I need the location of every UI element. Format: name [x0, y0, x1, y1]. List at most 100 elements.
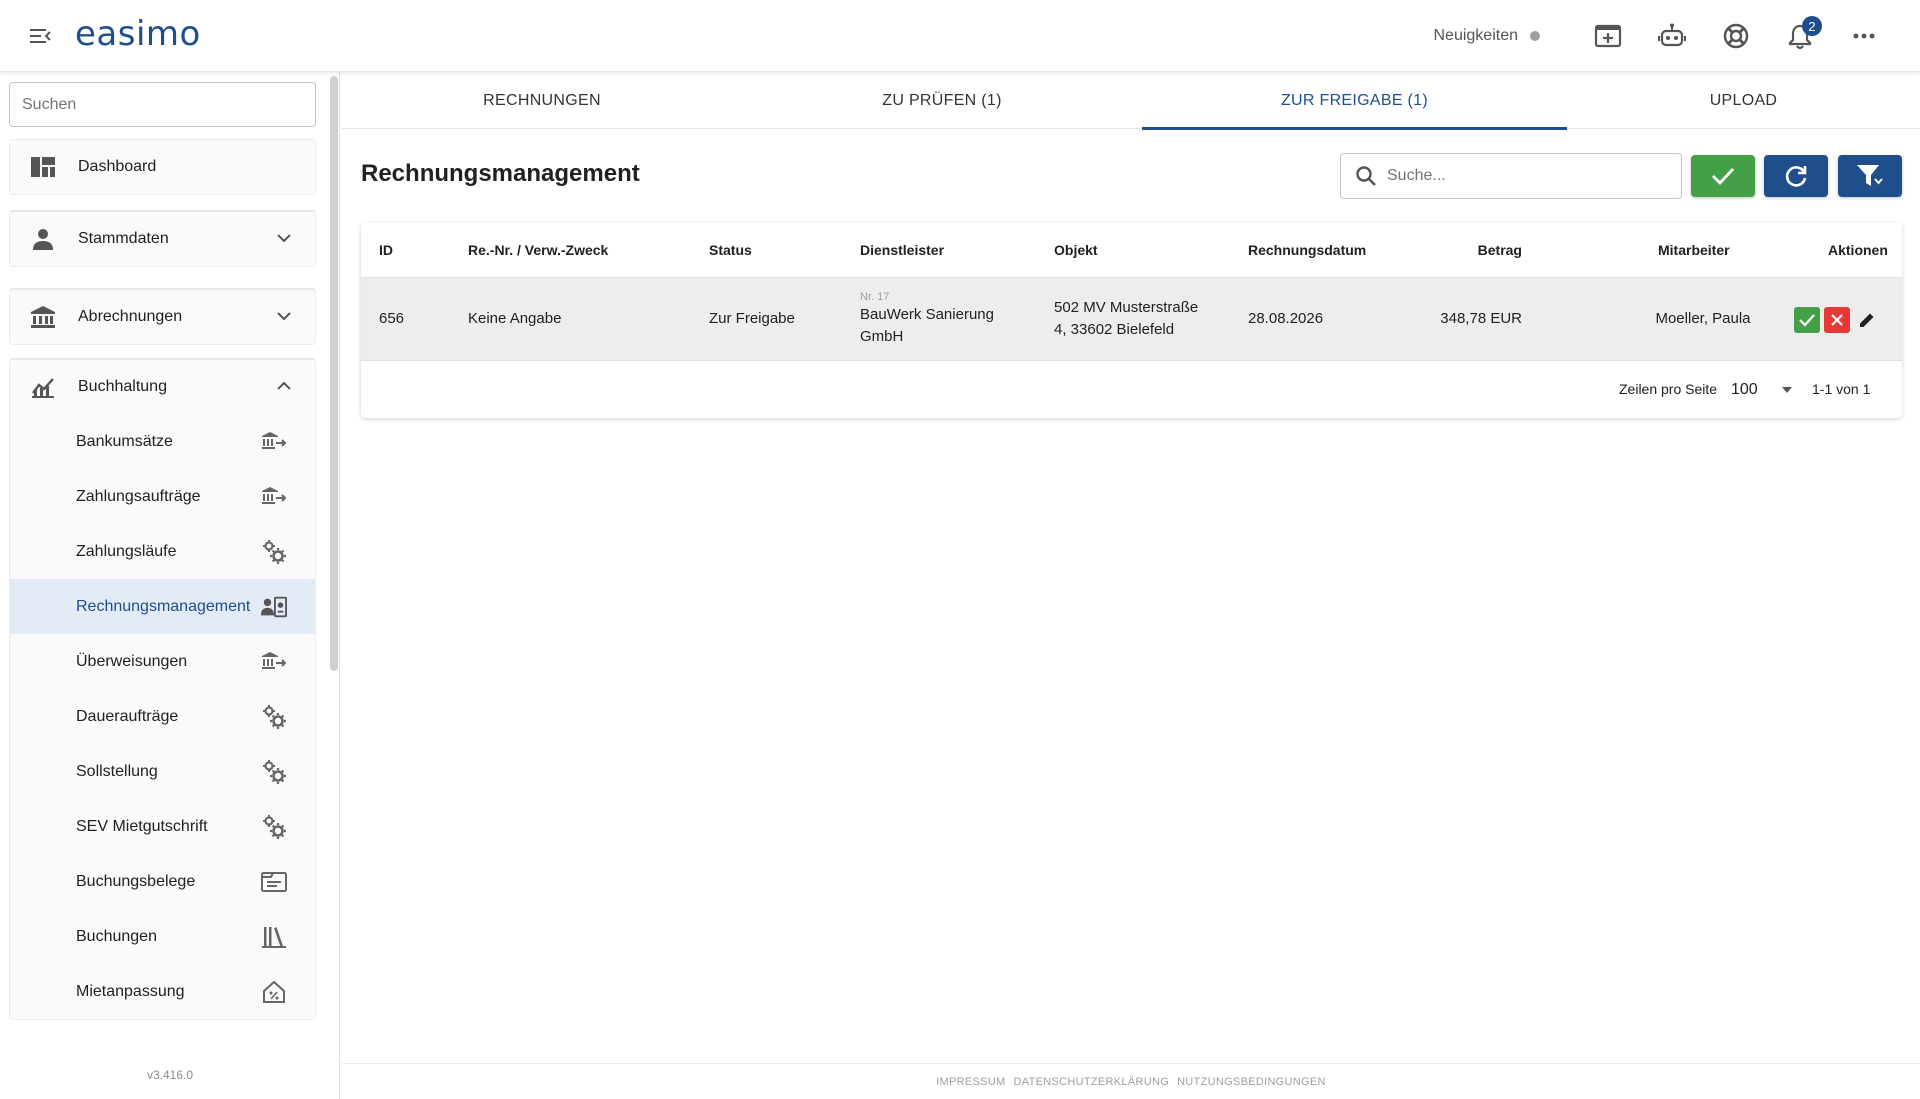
object-line2: 4, 33602 Bielefeld: [1054, 321, 1175, 338]
top-bar: easimo Neuigkeiten 2: [0, 0, 1920, 72]
news-link[interactable]: Neuigkeiten: [1433, 27, 1540, 45]
bank-icon: [30, 304, 56, 330]
invoice-person-icon: [261, 594, 287, 620]
sidebar-item-label: Zahlungsaufträge: [76, 487, 201, 505]
table-search-box: [1340, 153, 1682, 199]
column-header-object[interactable]: Objekt: [1054, 223, 1098, 277]
sidebar-item-label: Buchhaltung: [78, 378, 167, 395]
notification-bell-icon[interactable]: 2: [1768, 12, 1832, 60]
sidebar-item-zahlungsauftrage[interactable]: Zahlungsaufträge: [10, 469, 315, 524]
bank-transfer-icon: [261, 484, 287, 510]
cell-status: Zur Freigabe: [709, 310, 795, 327]
cell-amount-value: 348,78 EUR: [1440, 310, 1522, 327]
search-icon: [1356, 166, 1376, 186]
filter-button[interactable]: [1838, 155, 1902, 197]
sidebar-item-label: Stammdaten: [78, 230, 169, 247]
sidebar-item-label: Sollstellung: [76, 762, 158, 780]
gears-icon: [261, 539, 287, 565]
app-logo[interactable]: easimo: [75, 14, 201, 54]
chevron-up-icon: [277, 381, 291, 390]
sidebar-scrollbar[interactable]: [330, 76, 338, 671]
column-header-id[interactable]: ID: [379, 223, 393, 277]
sidebar-item-zahlungslaufe[interactable]: Zahlungsläufe: [10, 524, 315, 579]
refresh-icon: [1785, 166, 1807, 187]
sidebar-item-label: Buchungen: [76, 927, 157, 945]
column-header-employee[interactable]: Mitarbeiter: [1658, 223, 1730, 277]
edit-row-button[interactable]: [1854, 307, 1880, 333]
object-line1: 502 MV Musterstraße: [1054, 299, 1199, 316]
tab-upload[interactable]: UPLOAD: [1567, 72, 1920, 129]
sidebar-item-mietanpassung[interactable]: Mietanpassung: [10, 964, 315, 1019]
buchhaltung-submenu: Bankumsätze Zahlungsaufträge Zahlungsläufe…: [10, 414, 315, 1019]
sidebar-item-buchungen[interactable]: Buchungen: [10, 909, 315, 964]
table-row[interactable]: 656 Keine Angabe Zur Freigabe Nr. 17 Bau…: [361, 277, 1902, 361]
sidebar-item-label: Daueraufträge: [76, 707, 179, 725]
sidebar-item-bankumsatze[interactable]: Bankumsätze: [10, 414, 315, 469]
cell-object: 502 MV Musterstraße 4, 33602 Bielefeld: [1054, 297, 1198, 341]
sidebar-search-input[interactable]: [9, 82, 316, 127]
reject-row-button[interactable]: [1824, 307, 1850, 333]
sidebar-item-sev-mietgutschrift[interactable]: SEV Mietgutschrift: [10, 799, 315, 854]
check-icon: [1799, 314, 1815, 327]
add-window-icon[interactable]: [1576, 12, 1640, 60]
menu-collapse-icon[interactable]: [28, 24, 54, 48]
bank-transfer-icon: [261, 429, 287, 455]
column-header-date[interactable]: Rechnungsdatum: [1248, 223, 1366, 277]
refresh-button[interactable]: [1764, 155, 1828, 197]
footer-link-impressum[interactable]: IMPRESSUM: [936, 1076, 1005, 1088]
app-version: v3.416.0: [147, 1068, 194, 1082]
approve-all-button[interactable]: [1691, 155, 1755, 197]
support-lifebuoy-icon[interactable]: [1704, 12, 1768, 60]
tab-zur-freigabe[interactable]: ZUR FREIGABE (1): [1142, 72, 1567, 130]
page-footer: IMPRESSUM DATENSCHUTZERKLÄRUNG NUTZUNGSB…: [342, 1063, 1920, 1099]
sidebar-card-abrechnungen: Abrechnungen: [9, 288, 316, 345]
more-options-icon[interactable]: [1832, 12, 1896, 60]
sidebar-item-uberweisungen[interactable]: Überweisungen: [10, 634, 315, 689]
sidebar-item-stammdaten[interactable]: Stammdaten: [10, 212, 315, 266]
sidebar-card-dashboard: Dashboard: [9, 139, 316, 195]
sidebar-item-label: Dashboard: [78, 158, 157, 175]
invoice-table: ID Re.-Nr. / Verw.-Zweck Status Dienstle…: [361, 223, 1902, 418]
sidebar-item-rechnungsmanagement[interactable]: Rechnungsmanagement: [10, 579, 315, 634]
sidebar-item-dashboard[interactable]: Dashboard: [10, 140, 315, 194]
robot-icon[interactable]: [1640, 12, 1704, 60]
rows-per-page-value: 100: [1731, 381, 1758, 398]
books-icon: [261, 924, 287, 950]
approve-row-button[interactable]: [1794, 307, 1820, 333]
sidebar-item-abrechnungen[interactable]: Abrechnungen: [10, 290, 315, 344]
provider-number: Nr. 17: [860, 291, 890, 303]
news-status-dot: [1530, 31, 1540, 41]
dropdown-arrow-icon: [1782, 387, 1792, 393]
news-label: Neuigkeiten: [1433, 27, 1519, 44]
sidebar: Dashboard Stammdaten Abrechnungen Buchha…: [0, 72, 340, 1099]
notification-count-badge: 2: [1802, 16, 1822, 36]
sidebar-item-buchhaltung[interactable]: Buchhaltung: [10, 360, 315, 414]
column-header-status[interactable]: Status: [709, 223, 752, 277]
tab-zu-pruefen[interactable]: ZU PRÜFEN (1): [742, 72, 1142, 129]
cell-provider: Nr. 17 BauWerk Sanierung GmbH: [860, 290, 994, 348]
sidebar-item-dauerauftrage[interactable]: Daueraufträge: [10, 689, 315, 744]
footer-link-nutzung[interactable]: NUTZUNGSBEDINGUNGEN: [1177, 1076, 1326, 1088]
filter-icon: [1857, 165, 1883, 186]
tab-rechnungen[interactable]: RECHNUNGEN: [342, 72, 742, 129]
chevron-down-icon: [277, 312, 291, 321]
rows-per-page-select[interactable]: 100: [1731, 375, 1801, 405]
tab-bar: RECHNUNGEN ZU PRÜFEN (1) ZUR FREIGABE (1…: [342, 72, 1920, 130]
sidebar-item-sollstellung[interactable]: Sollstellung: [10, 744, 315, 799]
column-header-provider[interactable]: Dienstleister: [860, 223, 944, 277]
table-search-input[interactable]: [1387, 167, 1657, 185]
table-pagination: Zeilen pro Seite 100 1-1 von 1: [361, 361, 1902, 418]
sidebar-item-buchungsbelege[interactable]: Buchungsbelege: [10, 854, 315, 909]
person-icon: [30, 226, 56, 252]
cell-id: 656: [379, 310, 405, 327]
sidebar-item-label: Abrechnungen: [78, 308, 183, 325]
gears-icon: [261, 759, 287, 785]
rows-per-page-label: Zeilen pro Seite: [1619, 381, 1718, 397]
sidebar-item-label: Mietanpassung: [76, 982, 185, 1000]
sidebar-item-label: Bankumsätze: [76, 432, 173, 450]
dashboard-icon: [30, 154, 56, 180]
column-header-ref[interactable]: Re.-Nr. / Verw.-Zweck: [468, 223, 608, 277]
cell-ref: Keine Angabe: [468, 310, 562, 327]
footer-link-datenschutz[interactable]: DATENSCHUTZERKLÄRUNG: [1014, 1076, 1170, 1088]
sidebar-item-label: Buchungsbelege: [76, 872, 196, 890]
